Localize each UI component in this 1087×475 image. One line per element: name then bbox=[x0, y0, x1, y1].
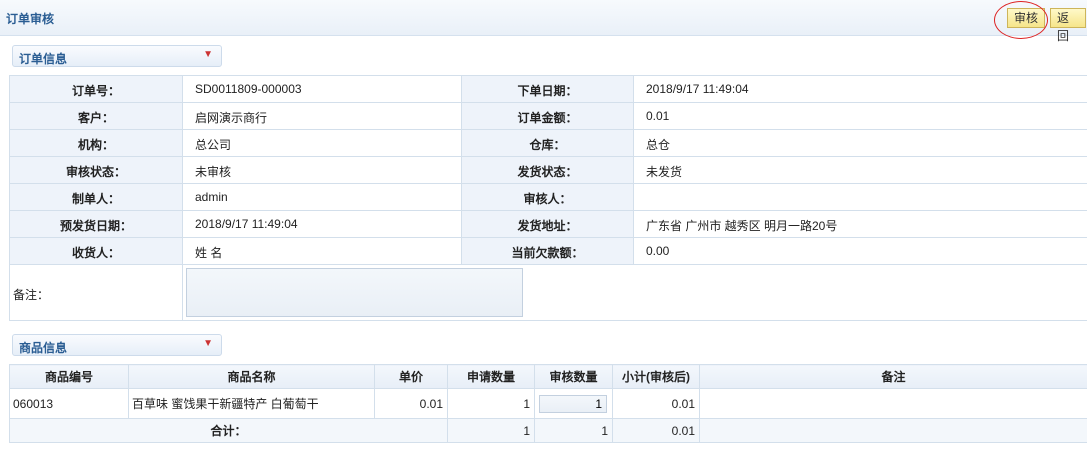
goods-audit-qty-cell bbox=[534, 388, 613, 419]
goods-requested-qty-cell: 1 bbox=[447, 388, 535, 419]
back-button[interactable]: 返回 bbox=[1050, 8, 1086, 43]
goods-code-cell: 060013 bbox=[9, 388, 129, 419]
audit-qty-input[interactable] bbox=[539, 394, 607, 413]
chevron-down-icon[interactable]: ▼ bbox=[203, 49, 213, 60]
goods-name-cell: 百草味 蜜饯果干新疆特产 白葡萄干 bbox=[128, 388, 375, 419]
table-row: 060013 百草味 蜜饯果干新疆特产 白葡萄干 0.01 1 0.01 bbox=[9, 388, 1087, 419]
planned-ship-date-value: 2018/9/17 11:49:04 bbox=[182, 210, 462, 238]
current-debt-label: 当前欠款额： bbox=[461, 237, 634, 265]
top-bar: 订单审核 审核 返回 bbox=[0, 0, 1087, 43]
warehouse-label: 仓库： bbox=[461, 129, 634, 157]
column-header-audit-qty: 审核数量 bbox=[534, 364, 613, 389]
customer-label: 客户： bbox=[9, 102, 183, 130]
order-no-value: SD0011809-000003 bbox=[182, 75, 462, 103]
order-amount-value: 0.01 bbox=[633, 102, 1087, 130]
order-date-value: 2018/9/17 11:49:04 bbox=[633, 75, 1087, 103]
goods-subtotal-cell: 0.01 bbox=[612, 388, 700, 419]
order-info-section-title: 订单信息 bbox=[19, 52, 68, 66]
ship-address-value: 广东省 广州市 越秀区 明月一路20号 bbox=[633, 210, 1087, 238]
customer-value: 启网演示商行 bbox=[182, 102, 462, 130]
total-remark-cell bbox=[699, 418, 1087, 443]
order-amount-label: 订单金额： bbox=[461, 102, 634, 130]
goods-remark-cell bbox=[699, 388, 1087, 419]
column-header-price: 单价 bbox=[374, 364, 448, 389]
org-label: 机构： bbox=[9, 129, 183, 157]
column-header-code: 商品编号 bbox=[9, 364, 129, 389]
column-header-remark: 备注 bbox=[699, 364, 1087, 389]
audit-status-label: 审核状态： bbox=[9, 156, 183, 184]
total-subtotal: 0.01 bbox=[612, 418, 700, 443]
goods-table: 商品编号 商品名称 单价 申请数量 审核数量 小计(审核后) 备注 060013… bbox=[9, 364, 1087, 443]
receiver-label: 收货人： bbox=[9, 237, 183, 265]
goods-info-section-title: 商品信息 bbox=[19, 341, 68, 355]
ship-status-label: 发货状态： bbox=[461, 156, 634, 184]
audit-status-value: 未审核 bbox=[182, 156, 462, 184]
remark-textarea[interactable] bbox=[186, 268, 523, 317]
org-value: 总公司 bbox=[182, 129, 462, 157]
total-requested-qty: 1 bbox=[447, 418, 535, 443]
creator-label: 制单人： bbox=[9, 183, 183, 211]
receiver-value: 姓 名 bbox=[182, 237, 462, 265]
goods-info-section-header[interactable]: 商品信息 ▼ bbox=[12, 334, 222, 356]
warehouse-value: 总仓 bbox=[633, 129, 1087, 157]
column-header-subtotal: 小计(审核后) bbox=[612, 364, 700, 389]
order-info-section-header[interactable]: 订单信息 ▼ bbox=[12, 45, 222, 67]
auditor-value bbox=[633, 183, 1087, 211]
chevron-down-icon[interactable]: ▼ bbox=[203, 338, 213, 349]
column-header-requested-qty: 申请数量 bbox=[447, 364, 535, 389]
current-debt-value: 0.00 bbox=[633, 237, 1087, 265]
remark-cell bbox=[182, 264, 1087, 321]
total-label: 合计： bbox=[9, 418, 448, 443]
column-header-name: 商品名称 bbox=[128, 364, 375, 389]
page-title: 订单审核 bbox=[6, 12, 55, 26]
planned-ship-date-label: 预发货日期： bbox=[9, 210, 183, 238]
remark-label: 备注： bbox=[9, 264, 183, 321]
order-no-label: 订单号： bbox=[9, 75, 183, 103]
total-row: 合计： 1 1 0.01 bbox=[9, 418, 1087, 443]
auditor-label: 审核人： bbox=[461, 183, 634, 211]
creator-value: admin bbox=[182, 183, 462, 211]
approve-button[interactable]: 审核 bbox=[1007, 8, 1045, 28]
order-info-table: 订单号： SD0011809-000003 下单日期： 2018/9/17 11… bbox=[9, 75, 1087, 321]
goods-price-cell: 0.01 bbox=[374, 388, 448, 419]
ship-status-value: 未发货 bbox=[633, 156, 1087, 184]
ship-address-label: 发货地址： bbox=[461, 210, 634, 238]
total-audit-qty: 1 bbox=[534, 418, 613, 443]
order-date-label: 下单日期： bbox=[461, 75, 634, 103]
